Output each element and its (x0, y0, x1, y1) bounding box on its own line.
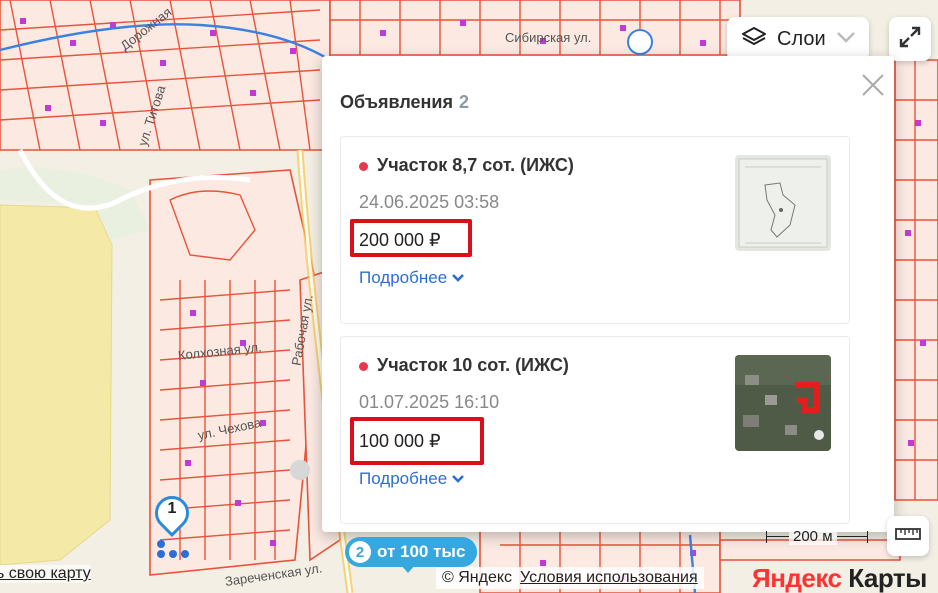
listings-panel: Объявления 2 Участок 8,7 сот. (ИЖС) 24.06… (322, 56, 894, 532)
pin-dots-icon (157, 540, 189, 558)
chevron-down-icon (452, 475, 465, 483)
brand-second: Карты (841, 563, 927, 593)
street-label: Сибирская ул. (505, 30, 592, 45)
panel-title-text: Объявления (340, 92, 453, 112)
layers-button[interactable]: Слои (727, 17, 869, 61)
close-button[interactable] (860, 72, 886, 98)
terms-link[interactable]: Условия использования (520, 569, 698, 587)
brand-first: Яндекс (752, 563, 842, 593)
create-map-link[interactable]: ь свою карту (0, 565, 91, 583)
cluster-count: 2 (349, 541, 371, 563)
status-dot (359, 162, 368, 171)
cluster-label: от 100 тыс (377, 542, 466, 561)
copyright-text: © Яндекс (442, 569, 513, 586)
cluster-tail (401, 565, 415, 573)
close-icon (862, 74, 884, 96)
listings-count: 2 (458, 92, 469, 112)
listing-title[interactable]: Участок 10 сот. (ИЖС) (377, 355, 569, 376)
copyright-bar: © Яндекс Условия использования (436, 567, 704, 589)
scale-bar: 200 м (766, 528, 868, 545)
listing-price: 100 000 ₽ (359, 431, 441, 451)
status-dot (359, 362, 368, 371)
more-label: Подробнее (359, 268, 448, 287)
listing-card[interactable]: Участок 8,7 сот. (ИЖС) 24.06.2025 03:58 … (340, 136, 850, 324)
listing-price: 200 000 ₽ (359, 230, 441, 250)
layers-icon (741, 25, 767, 54)
listing-card[interactable]: Участок 10 сот. (ИЖС) 01.07.2025 16:10 1… (340, 336, 850, 524)
scale-tick (866, 530, 868, 543)
ruler-icon (895, 527, 921, 546)
pin-count: 1 (167, 500, 177, 517)
ruler-button[interactable] (887, 516, 929, 556)
more-link[interactable]: Подробнее (359, 469, 465, 489)
scale-line (836, 536, 867, 537)
listing-title[interactable]: Участок 8,7 сот. (ИЖС) (377, 155, 574, 176)
fullscreen-button[interactable] (889, 17, 931, 61)
listing-photo[interactable] (735, 355, 831, 451)
listing-date: 01.07.2025 16:10 (359, 392, 500, 412)
cluster-marker[interactable]: 2 от 100 тыс (345, 537, 478, 573)
expand-icon (898, 25, 922, 54)
chevron-down-icon (836, 30, 856, 48)
listing-date: 24.06.2025 03:58 (359, 192, 500, 212)
more-label: Подробнее (359, 469, 448, 488)
listing-photo[interactable] (735, 155, 831, 251)
scale-label: 200 м (789, 528, 837, 545)
chevron-down-icon (452, 274, 465, 282)
panel-title: Объявления 2 (340, 92, 469, 113)
yandex-maps-logo[interactable]: Яндекс Карты (752, 563, 927, 593)
scale-line (767, 536, 789, 537)
more-link[interactable]: Подробнее (359, 268, 465, 288)
layers-label: Слои (777, 27, 826, 50)
